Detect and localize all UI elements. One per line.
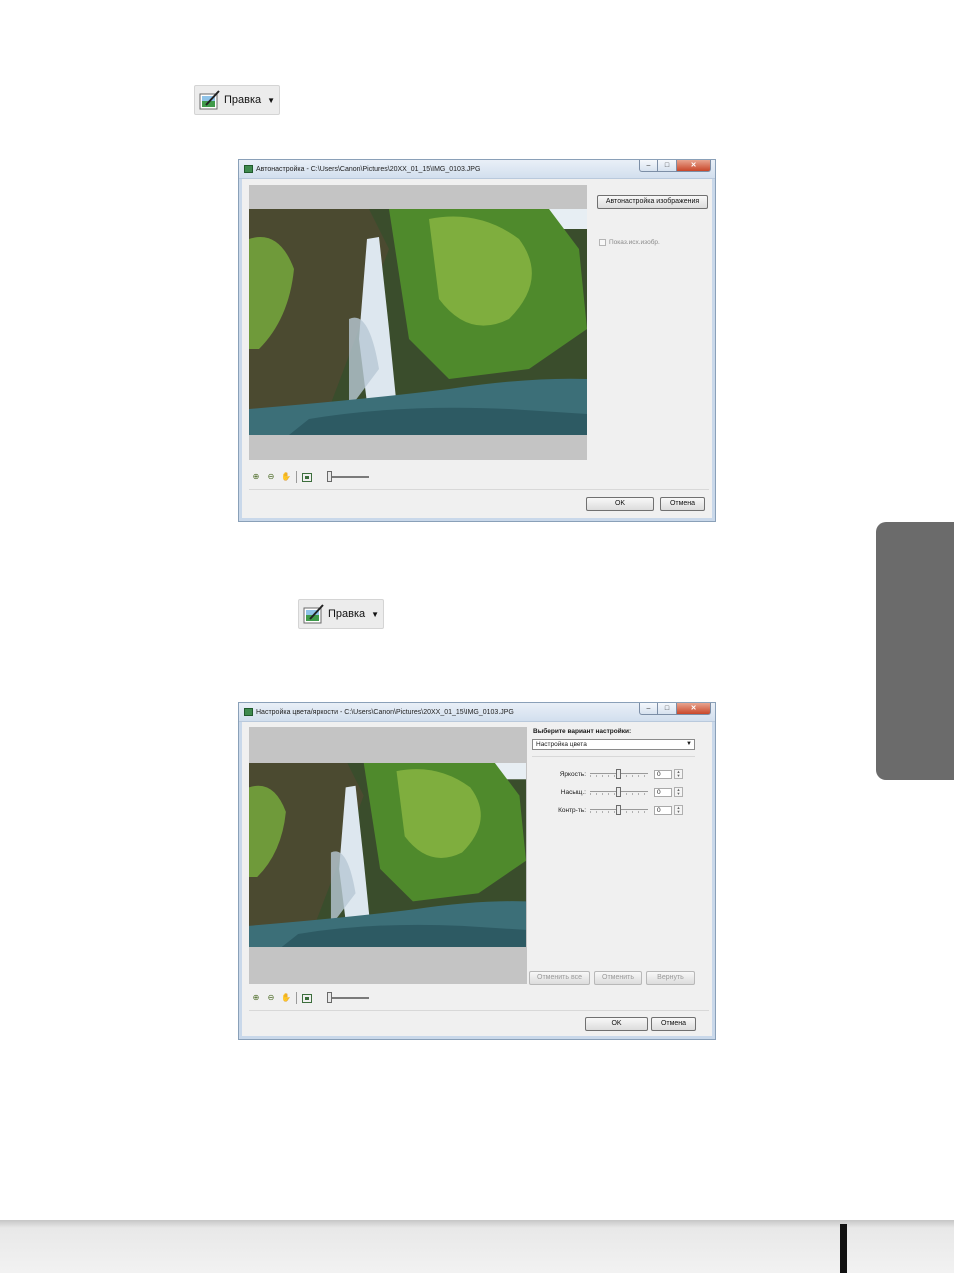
saturation-label: Насыщ.: bbox=[560, 788, 586, 796]
waterfall-photo bbox=[249, 209, 587, 435]
footer-divider bbox=[249, 489, 709, 490]
minimize-button[interactable]: – bbox=[639, 160, 658, 172]
brightness-row: Яркость: 0 ▲ ▼ bbox=[536, 769, 683, 779]
zoom-toolbar: ⊕ ⊖ ✋ bbox=[251, 992, 371, 1004]
app-icon bbox=[244, 708, 253, 716]
contrast-slider[interactable] bbox=[590, 805, 648, 815]
cancel-button[interactable]: Отмена bbox=[651, 1017, 696, 1031]
minimize-button[interactable]: – bbox=[639, 703, 658, 715]
undo-all-button[interactable]: Отменить все bbox=[529, 971, 590, 985]
window-title: Настройка цвета/яркости - C:\Users\Canon… bbox=[256, 708, 514, 716]
zoom-toolbar: ⊕ ⊖ ✋ bbox=[251, 471, 371, 483]
contrast-slider-thumb[interactable] bbox=[616, 805, 621, 815]
hand-pan-icon[interactable]: ✋ bbox=[281, 472, 291, 482]
adjust-mode-label: Выберите вариант настройки: bbox=[533, 728, 632, 735]
brightness-label: Яркость: bbox=[559, 770, 586, 778]
brightness-slider-thumb[interactable] bbox=[616, 769, 621, 779]
window-titlebar: Автонастройка - C:\Users\Canon\Pictures\… bbox=[239, 160, 715, 179]
zoom-in-icon[interactable]: ⊕ bbox=[251, 472, 261, 482]
brightness-slider[interactable] bbox=[590, 769, 648, 779]
edit-image-icon bbox=[199, 90, 220, 110]
chevron-down-icon: ▼ bbox=[267, 95, 276, 105]
edit-menu-button-2[interactable]: Правка ▼ bbox=[298, 599, 385, 629]
brightness-value[interactable]: 0 bbox=[654, 769, 672, 779]
zoom-slider-thumb[interactable] bbox=[327, 471, 332, 482]
edit-image-icon bbox=[303, 604, 324, 624]
toolbar-separator bbox=[296, 992, 297, 1004]
saturation-slider-thumb[interactable] bbox=[616, 787, 621, 797]
show-original-label: Показ.исх.изобр. bbox=[609, 239, 660, 246]
saturation-value[interactable]: 0 bbox=[654, 787, 672, 797]
zoom-slider[interactable] bbox=[327, 992, 371, 1004]
zoom-out-icon[interactable]: ⊖ bbox=[266, 472, 276, 482]
toolbar-separator bbox=[296, 471, 297, 483]
chapter-side-tab bbox=[876, 522, 954, 780]
ok-button[interactable]: OK bbox=[586, 497, 654, 511]
saturation-slider[interactable] bbox=[590, 787, 648, 797]
zoom-out-icon[interactable]: ⊖ bbox=[266, 993, 276, 1003]
cancel-button[interactable]: Отмена bbox=[660, 497, 705, 511]
page-footer-band bbox=[0, 1220, 954, 1273]
contrast-label: Контр-ть: bbox=[558, 806, 586, 814]
ok-button[interactable]: OK bbox=[585, 1017, 648, 1031]
maximize-button[interactable]: □ bbox=[658, 160, 677, 172]
hand-pan-icon[interactable]: ✋ bbox=[281, 993, 291, 1003]
saturation-row: Насыщ.: 0 ▲ ▼ bbox=[536, 787, 683, 797]
fit-to-window-icon[interactable] bbox=[302, 993, 312, 1003]
contrast-spinner[interactable]: ▲ ▼ bbox=[674, 805, 683, 815]
contrast-value[interactable]: 0 bbox=[654, 805, 672, 815]
show-original-checkbox[interactable] bbox=[599, 239, 606, 246]
chevron-down-icon: ▼ bbox=[371, 609, 380, 619]
edit-menu-label: Правка bbox=[328, 608, 366, 620]
window-titlebar: Настройка цвета/яркости - C:\Users\Canon… bbox=[239, 703, 715, 722]
image-preview-area[interactable] bbox=[249, 727, 527, 984]
close-button[interactable]: ✕ bbox=[677, 160, 711, 172]
maximize-button[interactable]: □ bbox=[658, 703, 677, 715]
page-footer-marker bbox=[840, 1224, 847, 1273]
zoom-slider-thumb[interactable] bbox=[327, 992, 332, 1003]
panel-divider bbox=[532, 756, 695, 757]
waterfall-photo bbox=[249, 763, 526, 947]
zoom-slider[interactable] bbox=[327, 471, 371, 483]
edit-menu-button[interactable]: Правка ▼ bbox=[194, 85, 281, 115]
close-button[interactable]: ✕ bbox=[677, 703, 711, 715]
brightness-spinner[interactable]: ▲ ▼ bbox=[674, 769, 683, 779]
edit-menu-label: Правка bbox=[224, 94, 262, 106]
adjust-mode-select[interactable]: Настройка цвета ▼ bbox=[532, 739, 695, 750]
adjust-mode-value: Настройка цвета bbox=[536, 741, 587, 748]
auto-adjust-image-button[interactable]: Автонастройка изображения bbox=[597, 195, 708, 209]
zoom-in-icon[interactable]: ⊕ bbox=[251, 993, 261, 1003]
auto-adjust-window: Автонастройка - C:\Users\Canon\Pictures\… bbox=[238, 159, 716, 522]
contrast-row: Контр-ть: 0 ▲ ▼ bbox=[536, 805, 683, 815]
fit-to-window-icon[interactable] bbox=[302, 472, 312, 482]
undo-button[interactable]: Отменить bbox=[594, 971, 642, 985]
redo-button[interactable]: Вернуть bbox=[646, 971, 695, 985]
window-title: Автонастройка - C:\Users\Canon\Pictures\… bbox=[256, 165, 481, 173]
color-brightness-window: Настройка цвета/яркости - C:\Users\Canon… bbox=[238, 702, 716, 1040]
show-original-row[interactable]: Показ.исх.изобр. bbox=[599, 239, 660, 246]
image-preview-area[interactable] bbox=[249, 185, 587, 460]
saturation-spinner[interactable]: ▲ ▼ bbox=[674, 787, 683, 797]
app-icon bbox=[244, 165, 253, 173]
footer-divider bbox=[249, 1010, 709, 1011]
chevron-down-icon: ▼ bbox=[686, 741, 692, 747]
